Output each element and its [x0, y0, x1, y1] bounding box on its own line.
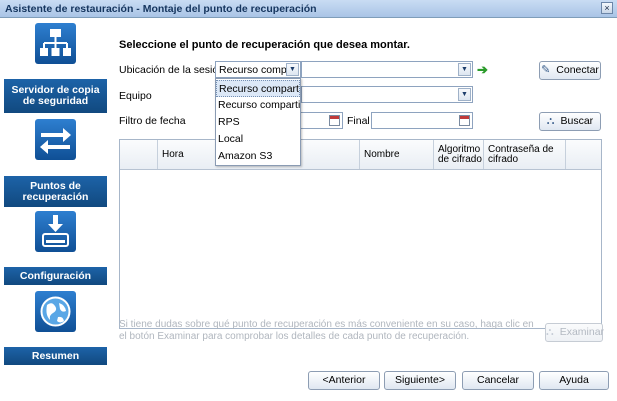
globe-icon	[35, 291, 76, 332]
binoculars-icon: ⛬	[546, 326, 554, 338]
date-filter-label: Filtro de fecha	[119, 115, 186, 127]
step-recovery-points[interactable]: Puntos de recuperación	[4, 115, 107, 211]
go-arrow-icon[interactable]: ➔	[477, 63, 488, 76]
binoculars-icon: ⛬	[546, 115, 555, 127]
dropdown-option[interactable]: RPS	[216, 114, 300, 131]
step-summary[interactable]: Resumen	[4, 287, 107, 369]
swap-arrows-icon	[35, 119, 76, 160]
back-button-label: <Anterior	[322, 374, 366, 386]
back-button[interactable]: <Anterior	[308, 371, 380, 390]
dropdown-option[interactable]: Recurso compartid...	[216, 80, 300, 97]
recovery-points-table[interactable]: Hora Nombre Algoritmo de cifrado Contras…	[119, 139, 602, 329]
session-path-combo[interactable]: ▼	[301, 61, 473, 78]
connect-button[interactable]: ✎ Conectar	[539, 61, 601, 80]
session-location-combo[interactable]: Recurso compart ▼	[215, 61, 301, 78]
wizard-steps-sidebar: Servidor de copia de seguridad Puntos de…	[0, 19, 111, 401]
main-panel: Seleccione el punto de recuperación que …	[111, 19, 617, 401]
chevron-down-icon[interactable]: ▼	[458, 88, 471, 101]
end-date-label: Final	[347, 115, 370, 127]
search-button-label: Buscar	[560, 115, 594, 127]
hint-text: Si tiene dudas sobre qué punto de recupe…	[119, 319, 534, 342]
step-backup-server[interactable]: Servidor de copia de seguridad	[4, 19, 107, 115]
dropdown-option[interactable]: Recurso compartid...	[216, 97, 300, 114]
page-heading: Seleccione el punto de recuperación que …	[119, 39, 410, 51]
table-header: Hora Nombre Algoritmo de cifrado Contras…	[120, 140, 601, 170]
dropdown-option[interactable]: Local	[216, 131, 300, 148]
close-icon: ×	[604, 3, 610, 13]
search-button[interactable]: ⛬ Buscar	[539, 112, 601, 131]
pencil-icon: ✎	[541, 64, 551, 76]
next-button-label: Siguiente>	[395, 374, 445, 386]
chevron-down-icon[interactable]: ▼	[458, 63, 471, 76]
cancel-button-label: Cancelar	[476, 374, 520, 386]
browse-button-label: Examinar	[559, 326, 605, 338]
step-label: Configuración	[4, 267, 107, 285]
window-title: Asistente de restauración - Montaje del …	[5, 3, 317, 15]
window-titlebar: Asistente de restauración - Montaje del …	[0, 0, 617, 18]
download-disk-icon	[35, 211, 76, 252]
help-button-label: Ayuda	[559, 374, 589, 386]
chevron-down-icon[interactable]: ▼	[286, 63, 299, 76]
machine-label: Equipo	[119, 90, 152, 102]
column-header-name[interactable]: Nombre	[360, 140, 434, 169]
close-button[interactable]: ×	[601, 2, 613, 14]
next-button[interactable]: Siguiente>	[384, 371, 456, 390]
network-server-icon	[35, 23, 76, 64]
step-label: Resumen	[4, 347, 107, 365]
step-configuration[interactable]: Configuración	[4, 207, 107, 285]
calendar-icon[interactable]	[459, 115, 470, 126]
help-button[interactable]: Ayuda	[539, 371, 609, 390]
column-header-encryption-password[interactable]: Contraseña de cifrado	[484, 140, 566, 169]
machine-combo[interactable]: ▼	[301, 86, 473, 103]
browse-button[interactable]: ⛬ Examinar	[545, 323, 605, 342]
column-header-extra	[566, 140, 601, 169]
column-header-select	[120, 140, 158, 169]
calendar-icon[interactable]	[329, 115, 340, 126]
step-label: Servidor de copia de seguridad	[4, 79, 107, 113]
dropdown-option[interactable]: Amazon S3	[216, 148, 300, 165]
connect-button-label: Conectar	[556, 64, 599, 76]
session-location-dropdown[interactable]: Recurso compartid... Recurso compartid..…	[215, 78, 301, 166]
step-label: Puntos de recuperación	[4, 176, 107, 207]
column-header-encryption-algorithm[interactable]: Algoritmo de cifrado	[434, 140, 484, 169]
cancel-button[interactable]: Cancelar	[462, 371, 534, 390]
end-date-field[interactable]	[371, 112, 473, 129]
session-location-label: Ubicación de la sesión	[119, 64, 225, 76]
